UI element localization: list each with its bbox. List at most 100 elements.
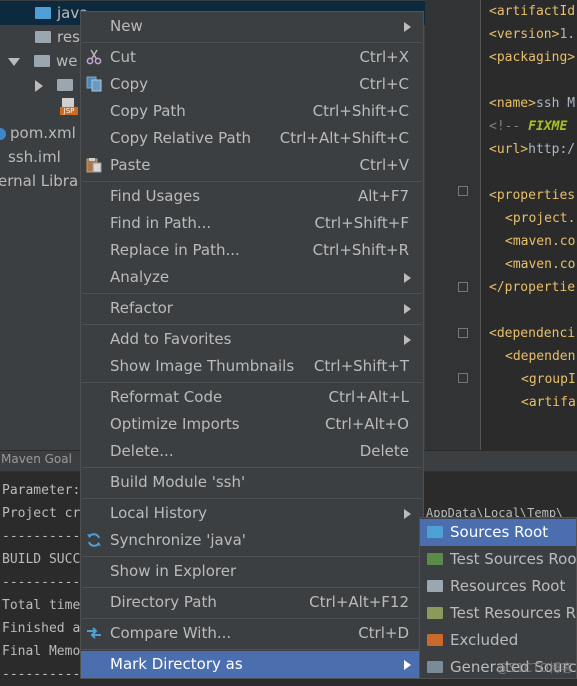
tree-item-pom[interactable]: pom.xml	[0, 121, 76, 145]
tree-item-resources[interactable]: res	[35, 25, 80, 49]
expand-arrow-icon[interactable]	[8, 57, 20, 66]
menu-item-copy-path[interactable]: Copy Path Ctrl+Shift+C	[81, 98, 423, 125]
menu-item-directory-path[interactable]: Directory Path Ctrl+Alt+F12	[81, 589, 423, 616]
test-resources-folder-icon	[427, 607, 443, 619]
menu-item-show-image-thumbnails[interactable]: Show Image Thumbnails Ctrl+Shift+T	[81, 353, 423, 380]
submenu-arrow-icon	[404, 273, 411, 283]
menu-item-show-in-explorer[interactable]: Show in Explorer	[81, 558, 423, 585]
menu-item-optimize-imports[interactable]: Optimize Imports Ctrl+Alt+O	[81, 411, 423, 438]
sources-root-folder-icon	[427, 526, 443, 538]
menu-separator	[82, 382, 422, 383]
console-line: Finished a	[2, 621, 81, 636]
generated-sources-folder-icon	[427, 661, 443, 673]
submenu-arrow-icon	[404, 509, 411, 519]
collapse-arrow-icon[interactable]	[35, 79, 43, 92]
menu-separator	[82, 42, 422, 43]
tree-item-webapp[interactable]: we	[8, 49, 78, 73]
fold-marker-icon[interactable]	[458, 282, 468, 292]
menu-item-find-usages[interactable]: Find Usages Alt+F7	[81, 183, 423, 210]
menu-item-copy-relative-path[interactable]: Copy Relative Path Ctrl+Alt+Shift+C	[81, 125, 423, 152]
code-line: <groupI	[521, 372, 576, 387]
menu-separator	[82, 649, 422, 650]
code-line: <properties	[489, 188, 576, 203]
fold-marker-icon[interactable]	[458, 328, 468, 338]
code-line: <name>ssh M	[489, 96, 576, 111]
tree-item-jsp[interactable]: JSP	[60, 97, 78, 121]
menu-separator	[82, 324, 422, 325]
mark-directory-submenu: Sources Root Test Sources Roo Resources …	[419, 517, 577, 679]
menu-item-add-to-favorites[interactable]: Add to Favorites	[81, 326, 423, 353]
menu-separator	[82, 587, 422, 588]
console-line: Project cr	[2, 506, 81, 521]
menu-item-synchronize[interactable]: Synchronize 'java'	[81, 527, 423, 554]
folder-icon	[35, 6, 51, 19]
clipboard-icon	[86, 158, 102, 173]
menu-item-new[interactable]: New	[81, 13, 423, 40]
code-line: <artifa	[521, 395, 576, 410]
menu-separator	[82, 467, 422, 468]
code-line: <packaging>	[489, 50, 576, 65]
fold-marker-icon[interactable]	[458, 373, 468, 383]
scissors-icon	[86, 49, 102, 65]
console-line: Final Memo	[2, 644, 81, 659]
submenu-item-excluded[interactable]: Excluded	[420, 627, 576, 654]
menu-item-analyze[interactable]: Analyze	[81, 264, 423, 291]
menu-item-local-history[interactable]: Local History	[81, 500, 423, 527]
folder-icon	[34, 54, 50, 67]
menu-item-build-module[interactable]: Build Module 'ssh'	[81, 469, 423, 496]
menu-item-replace-in-path[interactable]: Replace in Path... Ctrl+Shift+R	[81, 237, 423, 264]
code-line: <version>1.	[489, 27, 576, 42]
menu-separator	[82, 556, 422, 557]
console-line: -----------	[2, 575, 89, 590]
menu-item-reformat-code[interactable]: Reformat Code Ctrl+Alt+L	[81, 384, 423, 411]
menu-item-refactor[interactable]: Refactor	[81, 295, 423, 322]
code-line: <url>http:/	[489, 142, 576, 157]
console-line: Parameter:	[2, 483, 81, 498]
test-sources-folder-icon	[427, 553, 443, 565]
submenu-item-test-resources-root[interactable]: Test Resources Ro	[420, 600, 576, 627]
tree-item-subfolder[interactable]	[35, 73, 79, 97]
code-line: </propertie	[489, 280, 576, 295]
menu-item-paste[interactable]: Paste Ctrl+V	[81, 152, 423, 179]
menu-item-delete[interactable]: Delete... Delete	[81, 438, 423, 465]
jsp-file-icon: JSP	[60, 98, 78, 115]
code-line: <dependen	[505, 349, 576, 364]
submenu-item-test-sources-root[interactable]: Test Sources Roo	[420, 546, 576, 573]
context-menu: New Cut Ctrl+X Copy Ctrl+C Copy Path Ctrl+S…	[80, 11, 424, 679]
folder-icon	[35, 30, 51, 43]
menu-item-cut[interactable]: Cut Ctrl+X	[81, 44, 423, 71]
submenu-arrow-icon	[404, 660, 411, 670]
menu-separator	[82, 618, 422, 619]
resources-folder-icon	[427, 580, 443, 592]
menu-item-copy[interactable]: Copy Ctrl+C	[81, 71, 423, 98]
compare-arrows-icon	[87, 627, 101, 639]
menu-separator	[82, 181, 422, 182]
submenu-item-resources-root[interactable]: Resources Root	[420, 573, 576, 600]
menu-item-compare-with[interactable]: Compare With... Ctrl+D	[81, 620, 423, 647]
tree-item-external-libraries[interactable]: ernal Libra	[0, 169, 78, 193]
console-line: Total time	[2, 598, 81, 613]
sync-icon	[87, 533, 101, 547]
menu-item-mark-directory-as[interactable]: Mark Directory as	[81, 651, 423, 678]
submenu-arrow-icon	[404, 304, 411, 314]
tree-item-iml[interactable]: ssh.iml	[8, 145, 61, 169]
code-line: <artifactId	[489, 4, 576, 19]
editor-gutter	[425, 0, 481, 450]
code-line: <dependenci	[489, 326, 576, 341]
code-comment: <!-- FIXME	[489, 119, 568, 134]
copy-icon	[86, 76, 102, 92]
menu-separator	[82, 293, 422, 294]
console-line: -----------	[2, 529, 89, 544]
watermark: @51CTO博客	[496, 661, 573, 675]
fold-marker-icon[interactable]	[458, 186, 468, 196]
menu-separator	[82, 498, 422, 499]
menu-item-find-in-path[interactable]: Find in Path... Ctrl+Shift+F	[81, 210, 423, 237]
submenu-arrow-icon	[404, 22, 411, 32]
code-line: <maven.co	[505, 234, 576, 249]
excluded-folder-icon	[427, 634, 443, 646]
code-line: <project.	[505, 211, 576, 226]
code-line: <maven.co	[505, 257, 576, 272]
submenu-item-sources-root[interactable]: Sources Root	[420, 519, 576, 546]
maven-file-icon	[0, 127, 6, 140]
code-editor[interactable]: <artifactId <version>1. <packaging> <nam…	[425, 0, 577, 450]
